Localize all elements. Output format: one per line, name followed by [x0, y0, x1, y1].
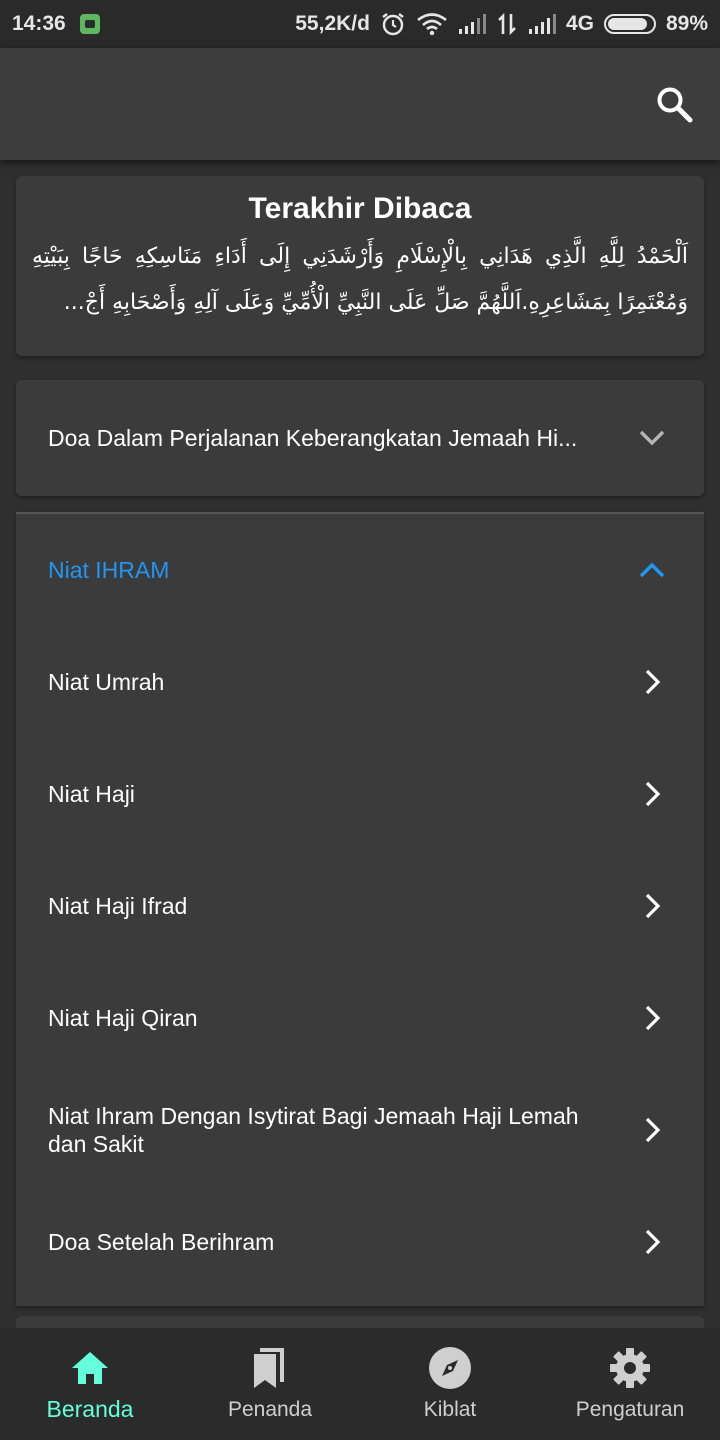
nav-item-beranda[interactable]: Beranda: [0, 1328, 180, 1440]
bottom-navigation: Beranda Penanda Kiblat Pengaturan: [0, 1328, 720, 1440]
battery-fill: [607, 18, 648, 30]
section-doa-perjalanan[interactable]: Doa Dalam Perjalanan Keberangkatan Jemaa…: [16, 380, 704, 496]
list-item-label: Doa Setelah Berihram: [48, 1229, 275, 1255]
list-item-niat-haji-qiran[interactable]: Niat Haji Qiran: [16, 962, 704, 1074]
list-item-doa-setelah-berihram[interactable]: Doa Setelah Berihram: [16, 1186, 704, 1298]
signal-icon: [458, 13, 486, 35]
alarm-icon: [380, 11, 406, 37]
nav-label: Kiblat: [423, 1398, 477, 1421]
app-notification-icon: [79, 14, 100, 34]
last-read-arabic-text: اَلْحَمْدُ لِلَّهِ الَّذِي هَدَانِي بِال…: [32, 244, 688, 315]
chevron-right-icon: [632, 1110, 672, 1150]
section-title: Doa Dalam Perjalanan Keberangkatan Jemaa…: [48, 424, 578, 451]
list-item-niat-haji-ifrad[interactable]: Niat Haji Ifrad: [16, 850, 704, 962]
nav-item-kiblat[interactable]: Kiblat: [360, 1328, 540, 1440]
gear-icon: [609, 1346, 651, 1390]
list-item-label: Niat Ihram Dengan Isytirat Bagi Jemaah H…: [48, 1103, 579, 1157]
nav-item-pengaturan[interactable]: Pengaturan: [540, 1328, 720, 1440]
section-header-niat-ihram[interactable]: Niat IHRAM: [16, 514, 704, 626]
chevron-up-icon: [632, 550, 672, 590]
list-item-niat-umrah[interactable]: Niat Umrah: [16, 626, 704, 738]
chevron-right-icon: [632, 1222, 672, 1262]
network-speed: 55,2K/d: [295, 12, 370, 35]
network-type: 4G: [565, 12, 594, 35]
status-bar: 14:36 55,2K/d 4G 89%: [0, 0, 720, 48]
last-read-title: Terakhir Dibaca: [248, 192, 472, 225]
chevron-right-icon: [632, 774, 672, 814]
list-item-label: Niat Haji Ifrad: [48, 893, 188, 919]
home-icon: [70, 1346, 110, 1390]
status-right: 55,2K/d 4G 89%: [295, 11, 708, 37]
nav-item-penanda[interactable]: Penanda: [180, 1328, 360, 1440]
signal-icon-2: [528, 13, 556, 35]
chevron-down-icon: [632, 418, 672, 458]
data-transfer-icon: [496, 12, 518, 36]
compass-icon: [428, 1346, 472, 1390]
content: Terakhir Dibaca اَلْحَمْدُ لِلَّهِ الَّذ…: [16, 176, 704, 1306]
nav-label: Beranda: [46, 1396, 134, 1422]
search-button[interactable]: [652, 82, 696, 126]
screen: 14:36 55,2K/d 4G 89% Terakhir Dibaca اَل…: [0, 0, 720, 1440]
bookmark-icon: [250, 1346, 290, 1390]
chevron-right-icon: [632, 998, 672, 1038]
battery-percent: 89%: [665, 12, 708, 35]
status-time: 14:36: [12, 12, 66, 35]
chevron-right-icon: [632, 662, 672, 702]
last-read-card[interactable]: Terakhir Dibaca اَلْحَمْدُ لِلَّهِ الَّذ…: [16, 176, 704, 356]
app-bar: [0, 48, 720, 160]
list-item-label: Niat Umrah: [48, 669, 165, 695]
list-item-niat-ihram-isytirat[interactable]: Niat Ihram Dengan Isytirat Bagi Jemaah H…: [16, 1074, 704, 1186]
list-item-niat-haji[interactable]: Niat Haji: [16, 738, 704, 850]
section-title: Niat IHRAM: [48, 556, 170, 583]
chevron-right-icon: [632, 886, 672, 926]
wifi-icon: [416, 12, 448, 36]
list-item-label: Niat Haji Qiran: [48, 1005, 198, 1031]
nav-label: Pengaturan: [575, 1398, 685, 1421]
list-item-label: Niat Haji: [48, 781, 135, 807]
nav-label: Penanda: [227, 1398, 313, 1421]
battery-icon: [603, 14, 656, 34]
search-icon: [657, 87, 693, 123]
section-niat-ihram: Niat IHRAM Niat Umrah Niat Haji Niat Haj…: [16, 512, 704, 1306]
status-left: 14:36: [12, 12, 100, 36]
